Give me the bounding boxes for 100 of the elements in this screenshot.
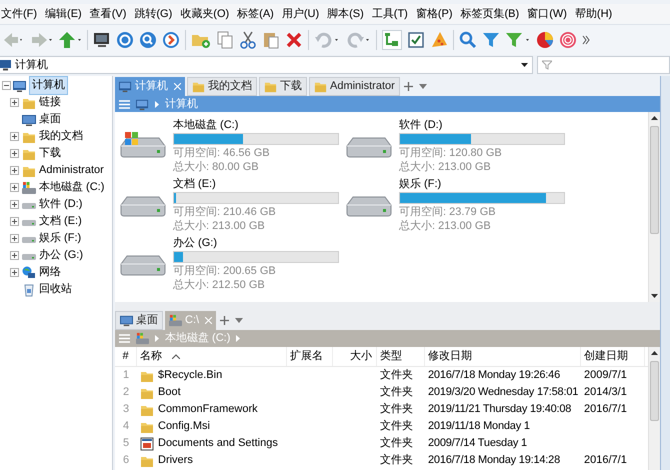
menu-item[interactable]: 用户(U) xyxy=(282,6,320,22)
file-name-cell[interactable]: Drivers xyxy=(137,452,287,469)
tree-item[interactable]: 软件 (D:) xyxy=(39,196,82,213)
tab[interactable]: Administrator xyxy=(309,77,400,96)
pie-chart-icon[interactable] xyxy=(536,31,554,49)
column-header[interactable]: 大小 xyxy=(333,347,377,366)
target-icon[interactable] xyxy=(116,31,134,49)
tree-item[interactable]: 网络 xyxy=(39,264,61,281)
paste-icon[interactable] xyxy=(262,31,280,49)
table-cell-text: 2014/3/1 xyxy=(583,385,628,400)
file-name-cell[interactable]: Config.Msi xyxy=(137,418,287,435)
menu-item[interactable]: 跳转(G) xyxy=(134,6,172,22)
menu-item[interactable]: 查看(V) xyxy=(90,6,126,22)
search-icon[interactable] xyxy=(139,31,157,49)
column-header[interactable]: 名称 xyxy=(137,347,287,366)
scrollbar-thumb[interactable] xyxy=(650,361,659,421)
chevron-icon[interactable] xyxy=(155,335,159,342)
menu-item[interactable]: 帮助(H) xyxy=(574,6,612,22)
menu-item[interactable]: 脚本(S) xyxy=(327,6,364,22)
tree-item[interactable]: 文档 (E:) xyxy=(39,213,82,230)
drive-name[interactable]: 娱乐 (F:) xyxy=(399,177,565,191)
filter-icon[interactable] xyxy=(505,31,531,49)
scrollbar[interactable] xyxy=(648,347,660,470)
menu-item[interactable]: 窗口(W) xyxy=(527,6,567,22)
expand-icon[interactable] xyxy=(10,251,19,260)
column-header[interactable]: 修改日期 xyxy=(425,347,581,366)
file-name-cell[interactable]: CommonFramework xyxy=(137,401,287,418)
expand-icon[interactable] xyxy=(10,234,19,243)
spiral-icon[interactable] xyxy=(559,31,577,49)
collapse-icon[interactable] xyxy=(2,81,11,90)
dropdown-icon[interactable] xyxy=(521,62,528,68)
filter-field[interactable] xyxy=(537,56,670,74)
menu-item[interactable]: 收藏夹(O) xyxy=(180,6,230,22)
filter-icon[interactable] xyxy=(482,31,500,49)
file-name-cell[interactable]: Boot xyxy=(137,384,287,401)
tree-item[interactable]: 我的文档 xyxy=(39,128,83,145)
tab[interactable]: 我的文档 xyxy=(187,77,257,96)
drive-name[interactable]: 软件 (D:) xyxy=(399,118,565,132)
close-icon[interactable] xyxy=(205,317,212,324)
delete-icon[interactable] xyxy=(285,31,303,49)
tree-item[interactable]: 本地磁盘 (C:) xyxy=(39,179,104,196)
add-tab-icon[interactable] xyxy=(404,82,413,90)
chevron-icon[interactable] xyxy=(155,100,159,108)
menu-item[interactable]: 标签页集(B) xyxy=(460,6,520,22)
column-header[interactable]: 创建日期 xyxy=(581,347,645,366)
menu-icon[interactable] xyxy=(119,334,130,343)
expand-icon[interactable] xyxy=(10,217,19,226)
windows-drive-icon xyxy=(136,332,149,345)
up-arrow-icon[interactable] xyxy=(58,31,82,49)
file-name-cell[interactable]: $Recycle.Bin xyxy=(137,367,287,384)
tree-item[interactable]: 回收站 xyxy=(39,281,72,298)
file-name-cell[interactable]: Documents and Settings xyxy=(137,435,287,452)
expand-icon[interactable] xyxy=(10,132,19,141)
chevron-icon[interactable] xyxy=(236,335,240,342)
expand-icon[interactable] xyxy=(10,268,19,277)
column-header[interactable]: 类型 xyxy=(377,347,425,366)
scrollbar-thumb[interactable] xyxy=(650,126,659,234)
scissors-icon[interactable] xyxy=(239,31,257,49)
menu-item[interactable]: 文件(F) xyxy=(1,6,38,22)
close-icon[interactable] xyxy=(174,83,181,90)
menu-item[interactable]: 工具(T) xyxy=(372,6,408,22)
menu-item[interactable]: 编辑(E) xyxy=(45,6,82,22)
monitor-icon[interactable] xyxy=(93,31,111,49)
sort-icon xyxy=(172,354,180,359)
column-header[interactable]: # xyxy=(115,347,137,366)
expand-icon[interactable] xyxy=(10,98,19,107)
column-header[interactable]: 扩展名 xyxy=(287,347,333,366)
menu-item[interactable]: 窗格(P) xyxy=(416,6,453,22)
pizza-slice-icon[interactable] xyxy=(430,31,448,49)
tree-item[interactable]: 办公 (G:) xyxy=(39,247,83,264)
tree-item[interactable]: Administrator xyxy=(39,162,104,179)
drive-name[interactable]: 办公 (G:) xyxy=(173,236,339,250)
table-cell-text: 2019/11/21 Thursday 19:40:08 xyxy=(427,402,572,418)
tree-item[interactable]: 桌面 xyxy=(39,111,61,128)
tree-item[interactable]: 计算机 xyxy=(29,76,68,95)
expand-icon[interactable] xyxy=(10,149,19,158)
expand-icon[interactable] xyxy=(10,166,19,175)
tree-item[interactable]: 链接 xyxy=(39,94,61,111)
row-number: 4 xyxy=(122,419,130,434)
row-number: 6 xyxy=(122,453,130,468)
add-tab-icon[interactable] xyxy=(220,316,230,324)
drive-name[interactable]: 文档 (E:) xyxy=(173,177,339,191)
drive-name[interactable]: 本地磁盘 (C:) xyxy=(173,118,339,132)
tree-item[interactable]: 娱乐 (F:) xyxy=(39,230,82,247)
checkbox-icon[interactable] xyxy=(407,31,425,49)
address-field[interactable]: 计算机 xyxy=(0,56,534,74)
jump-icon[interactable] xyxy=(162,31,180,49)
expand-icon[interactable] xyxy=(10,183,19,192)
tab[interactable]: 桌面 xyxy=(115,311,163,330)
tab[interactable]: 下载 xyxy=(259,77,307,96)
menu-item[interactable]: 标签(A) xyxy=(237,6,274,22)
tree-view-icon[interactable] xyxy=(382,30,402,50)
scrollbar[interactable] xyxy=(648,112,660,302)
more-icon[interactable] xyxy=(582,35,590,45)
tree-item[interactable]: 下载 xyxy=(39,145,61,162)
find-icon[interactable] xyxy=(459,31,477,49)
expand-icon[interactable] xyxy=(10,200,19,209)
menu-icon[interactable] xyxy=(119,100,130,108)
table-cell-text: 2016/7/1 xyxy=(583,402,628,418)
copy-icon[interactable] xyxy=(216,31,234,49)
